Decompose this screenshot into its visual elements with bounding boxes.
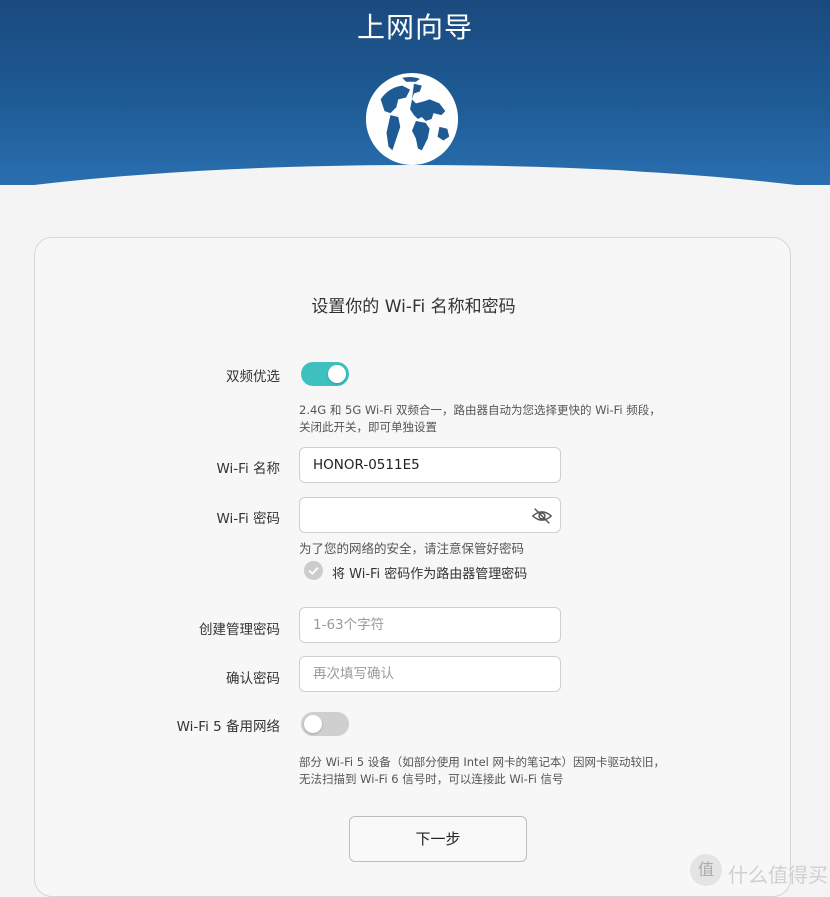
card-title: 设置你的 Wi-Fi 名称和密码 — [311, 297, 516, 317]
wifi5-backup-toggle[interactable] — [301, 712, 349, 736]
page-title: 上网向导 — [356, 11, 473, 44]
wifi-name-field — [299, 447, 561, 483]
wifi5-backup-label: Wi-Fi 5 备用网络 — [176, 719, 280, 735]
check-icon — [308, 566, 319, 575]
eye-slash-icon[interactable] — [531, 506, 553, 526]
next-button[interactable]: 下一步 — [349, 816, 527, 862]
confirm-password-field — [299, 656, 561, 692]
wifi-name-label: Wi-Fi 名称 — [216, 461, 281, 477]
header-banner: 上网向导 — [0, 0, 830, 185]
dual-band-label: 双频优选 — [226, 369, 280, 385]
watermark: 值 什么值得买 — [690, 854, 828, 888]
wifi-password-input[interactable] — [300, 498, 520, 532]
toggle-knob — [328, 365, 346, 383]
use-as-admin-label: 将 Wi-Fi 密码作为路由器管理密码 — [332, 567, 528, 582]
header-curve — [0, 165, 830, 185]
wifi5-backup-hint: 部分 Wi-Fi 5 设备（如部分使用 Intel 网卡的笔记本）因网卡驱动较旧… — [299, 755, 665, 786]
dual-band-hint: 2.4G 和 5G Wi-Fi 双频合一，路由器自动为您选择更快的 Wi-Fi … — [299, 403, 661, 434]
wifi-password-hint: 为了您的网络的安全，请注意保管好密码 — [299, 541, 525, 556]
wifi-setup-card: 设置你的 Wi-Fi 名称和密码 双频优选 2.4G 和 5G Wi-Fi 双频… — [34, 237, 791, 897]
watermark-text: 什么值得买 — [728, 863, 828, 887]
wifi-name-input[interactable] — [300, 448, 560, 482]
use-as-admin-checkbox[interactable] — [304, 561, 323, 580]
dual-band-toggle[interactable] — [301, 362, 349, 386]
admin-password-label: 创建管理密码 — [199, 622, 280, 638]
globe-icon — [365, 72, 459, 166]
confirm-password-label: 确认密码 — [226, 671, 280, 687]
wifi-password-field — [299, 497, 561, 533]
admin-password-field — [299, 607, 561, 643]
admin-password-input[interactable] — [300, 608, 560, 642]
wifi-password-label: Wi-Fi 密码 — [216, 511, 281, 527]
confirm-password-input[interactable] — [300, 657, 560, 691]
watermark-badge: 值 — [690, 854, 722, 886]
toggle-knob — [304, 715, 322, 733]
